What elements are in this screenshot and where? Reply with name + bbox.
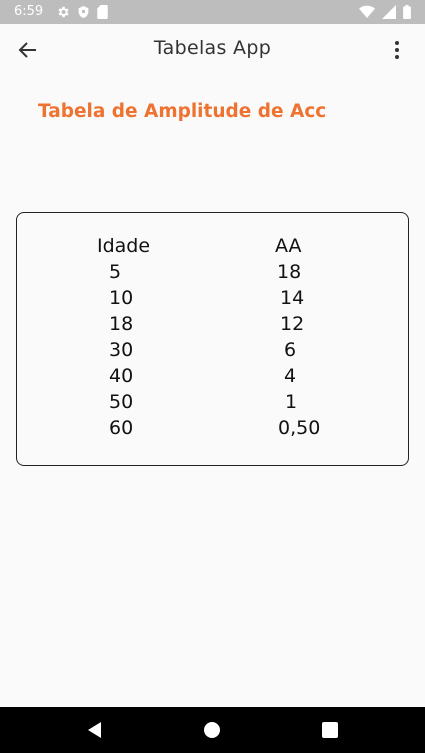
home-circle-icon <box>204 722 220 738</box>
gear-icon <box>58 6 69 18</box>
nav-back-button[interactable] <box>85 720 105 740</box>
table-cell-age: 40 <box>109 365 134 387</box>
column-header-aa: AA <box>275 235 302 257</box>
table-cell-age: 18 <box>109 313 134 335</box>
app-title: Tabelas App <box>153 37 272 59</box>
app-bar: Tabelas App <box>0 24 425 76</box>
recents-square-icon <box>322 722 338 738</box>
sd-card-icon <box>97 5 108 19</box>
table-cell-aa: 18 <box>277 261 302 283</box>
table-cell-aa: 4 <box>284 365 297 387</box>
battery-icon <box>403 5 411 19</box>
column-header-idade: Idade <box>97 235 151 257</box>
table-cell-aa: 6 <box>284 339 297 361</box>
table-cell-age: 60 <box>109 417 134 439</box>
table-cell-aa: 14 <box>280 287 305 309</box>
status-bar: 6:59 <box>0 0 425 24</box>
overflow-menu-button[interactable] <box>385 38 409 62</box>
signal-icon <box>382 5 396 19</box>
table-cell-aa: 12 <box>280 313 305 335</box>
amplitude-table: Idade AA 5 18 10 14 18 12 30 6 40 4 50 1… <box>16 212 409 466</box>
more-vert-icon <box>395 41 399 59</box>
back-triangle-icon <box>88 722 101 738</box>
status-time: 6:59 <box>14 4 44 19</box>
table-cell-age: 10 <box>109 287 134 309</box>
nav-recents-button[interactable] <box>320 720 340 740</box>
nav-home-button[interactable] <box>202 720 222 740</box>
table-cell-age: 30 <box>109 339 134 361</box>
table-cell-aa: 1 <box>285 391 298 413</box>
wifi-icon <box>359 5 375 18</box>
page-heading: Tabela de Amplitude de Acc <box>38 101 327 122</box>
table-cell-age: 5 <box>109 261 122 283</box>
shield-icon <box>78 6 89 18</box>
table-cell-age: 50 <box>109 391 134 413</box>
table-cell-aa: 0,50 <box>278 417 321 439</box>
system-nav-bar <box>0 707 425 753</box>
